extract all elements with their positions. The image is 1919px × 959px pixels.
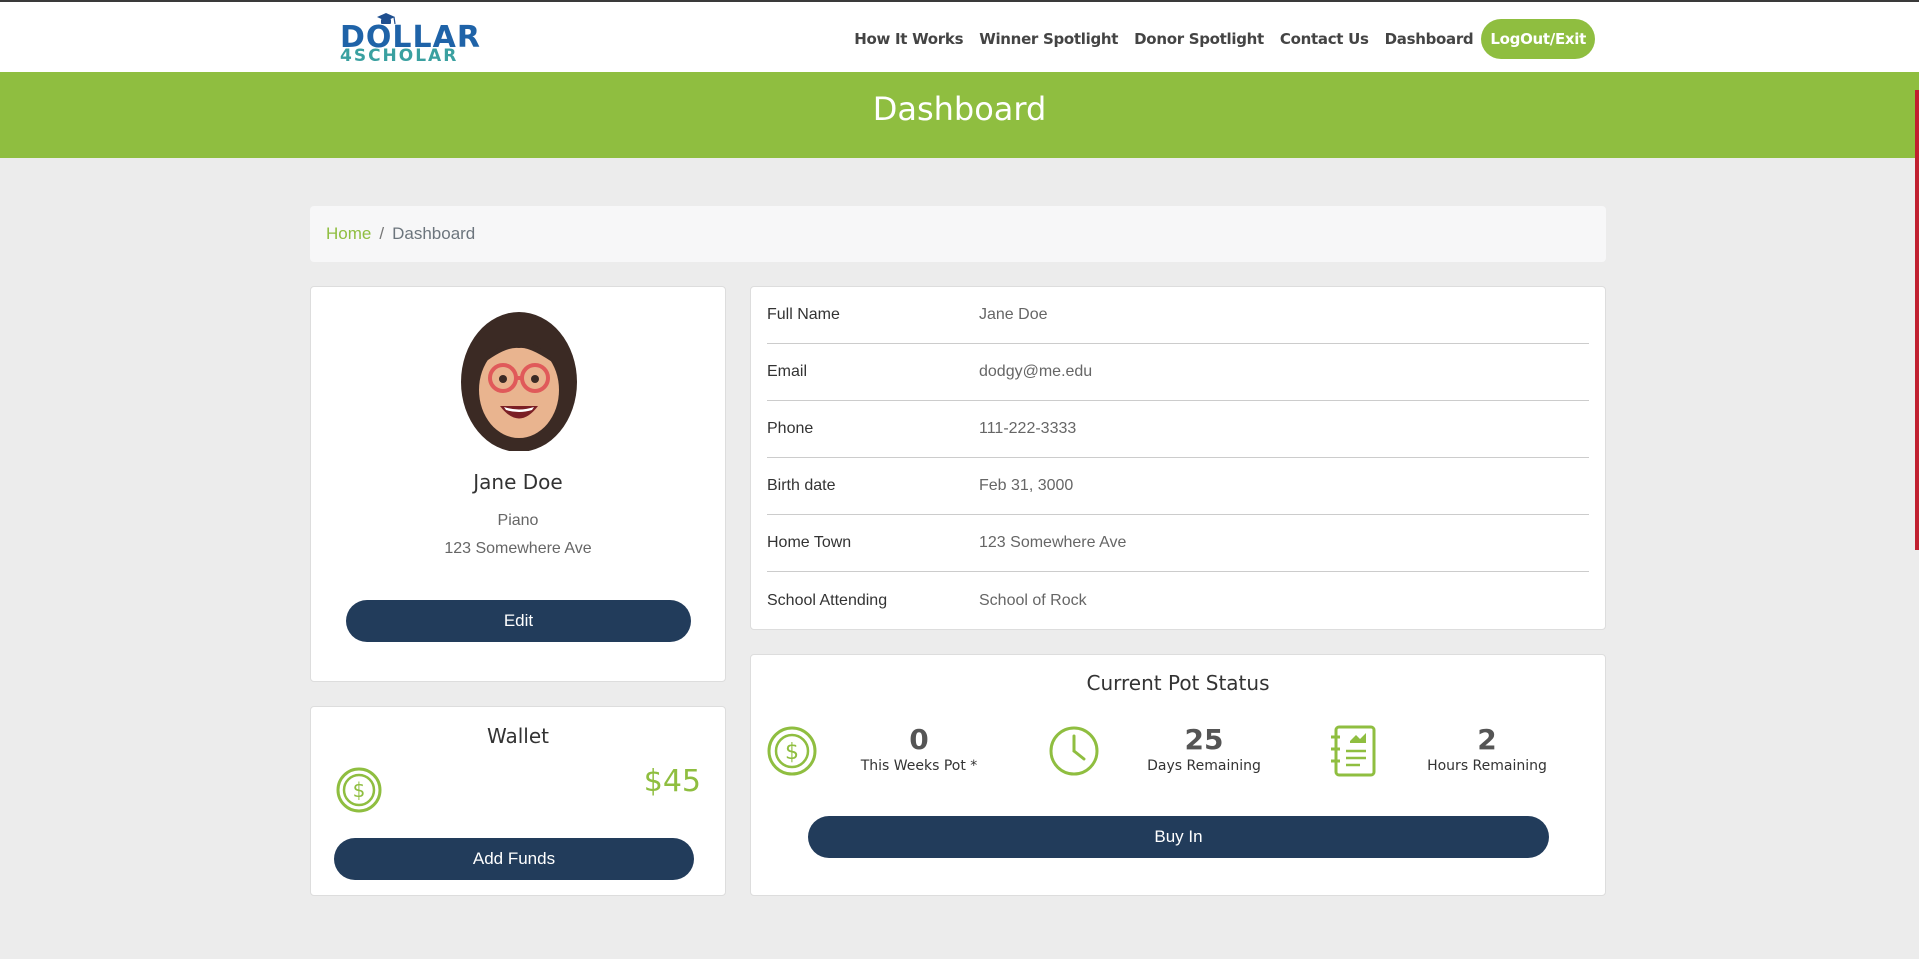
top-navbar: DOLLAR 4SCHOLAR How It Works Winner Spot… (0, 0, 1919, 72)
wallet-balance: $45 (643, 764, 701, 799)
detail-value: 111-222-3333 (979, 420, 1077, 437)
detail-value: 123 Somewhere Ave (979, 534, 1127, 551)
nav-winner-spotlight[interactable]: Winner Spotlight (979, 30, 1118, 48)
detail-row: Email dodgy@me.edu (767, 344, 1589, 401)
detail-row: Home Town 123 Somewhere Ave (767, 515, 1589, 572)
stat-label: Hours Remaining (1427, 758, 1547, 774)
wallet-title: Wallet (486, 724, 549, 748)
detail-label: Birth date (767, 477, 836, 494)
detail-value: School of Rock (979, 591, 1087, 609)
detail-label: Full Name (767, 306, 840, 323)
notebook-icon (1331, 725, 1376, 777)
dollar-coin-icon: $ (767, 726, 817, 776)
profile-card: Jane Doe Piano 123 Somewhere Ave Edit (310, 286, 726, 682)
add-funds-button[interactable]: Add Funds (334, 838, 694, 880)
nav-dashboard[interactable]: Dashboard (1385, 30, 1474, 48)
detail-label: Home Town (767, 534, 852, 551)
stat-label: Days Remaining (1147, 758, 1261, 774)
stat-value: 25 (1184, 723, 1224, 756)
detail-value: dodgy@me.edu (979, 363, 1093, 380)
detail-label: Phone (767, 420, 814, 437)
pot-stat: 25 Days Remaining (1139, 723, 1269, 774)
detail-row: Phone 111-222-3333 (767, 401, 1589, 458)
brand-logo[interactable]: DOLLAR 4SCHOLAR (340, 12, 480, 66)
detail-row: School Attending School of Rock (767, 572, 1589, 629)
nav-donor-spotlight[interactable]: Donor Spotlight (1134, 30, 1264, 48)
pot-status-card: Current Pot Status $ 0 This Weeks Pot * … (750, 654, 1606, 896)
breadcrumb-home-link[interactable]: Home (326, 224, 371, 243)
stat-label: This Weeks Pot * (860, 758, 978, 774)
clock-icon (1049, 726, 1099, 776)
detail-value: Jane Doe (979, 306, 1048, 323)
page-header: Dashboard (0, 72, 1919, 158)
detail-value: Feb 31, 3000 (979, 477, 1074, 494)
detail-label: Email (767, 363, 808, 380)
breadcrumb-current: Dashboard (392, 224, 476, 243)
buy-in-button[interactable]: Buy In (808, 816, 1549, 858)
stat-value: 2 (1477, 723, 1497, 756)
edit-profile-button[interactable]: Edit (346, 600, 691, 642)
profile-address: 123 Somewhere Ave (444, 540, 592, 557)
profile-instrument: Piano (497, 512, 539, 529)
profile-name: Jane Doe (473, 470, 563, 494)
detail-row: Full Name Jane Doe (767, 287, 1589, 344)
page-title: Dashboard (872, 90, 1047, 128)
logout-button[interactable]: LogOut/Exit (1481, 19, 1595, 59)
breadcrumb-separator: / (379, 224, 385, 243)
logo-text-bottom: 4SCHOLAR (340, 46, 459, 66)
dollar-coin-icon: $ (336, 767, 382, 813)
pot-status-title: Current Pot Status (1086, 671, 1270, 695)
detail-row: Birth date Feb 31, 3000 (767, 458, 1589, 515)
pot-stat: 0 This Weeks Pot * (859, 723, 979, 774)
breadcrumb: Home / Dashboard (310, 206, 1606, 262)
svg-text:$: $ (353, 778, 366, 802)
nav-how-it-works[interactable]: How It Works (854, 30, 963, 48)
profile-details-card: Full Name Jane Doe Email dodgy@me.edu Ph… (750, 286, 1606, 630)
window-edge-accent (1915, 90, 1919, 550)
main-nav: How It Works Winner Spotlight Donor Spot… (838, 19, 1595, 59)
avatar (461, 312, 577, 451)
stat-value: 0 (909, 723, 929, 756)
nav-contact-us[interactable]: Contact Us (1280, 30, 1369, 48)
pot-stat: 2 Hours Remaining (1417, 723, 1557, 774)
svg-text:$: $ (785, 740, 799, 765)
detail-label: School Attending (767, 591, 888, 609)
wallet-card: Wallet $ $45 Add Funds (310, 706, 726, 896)
